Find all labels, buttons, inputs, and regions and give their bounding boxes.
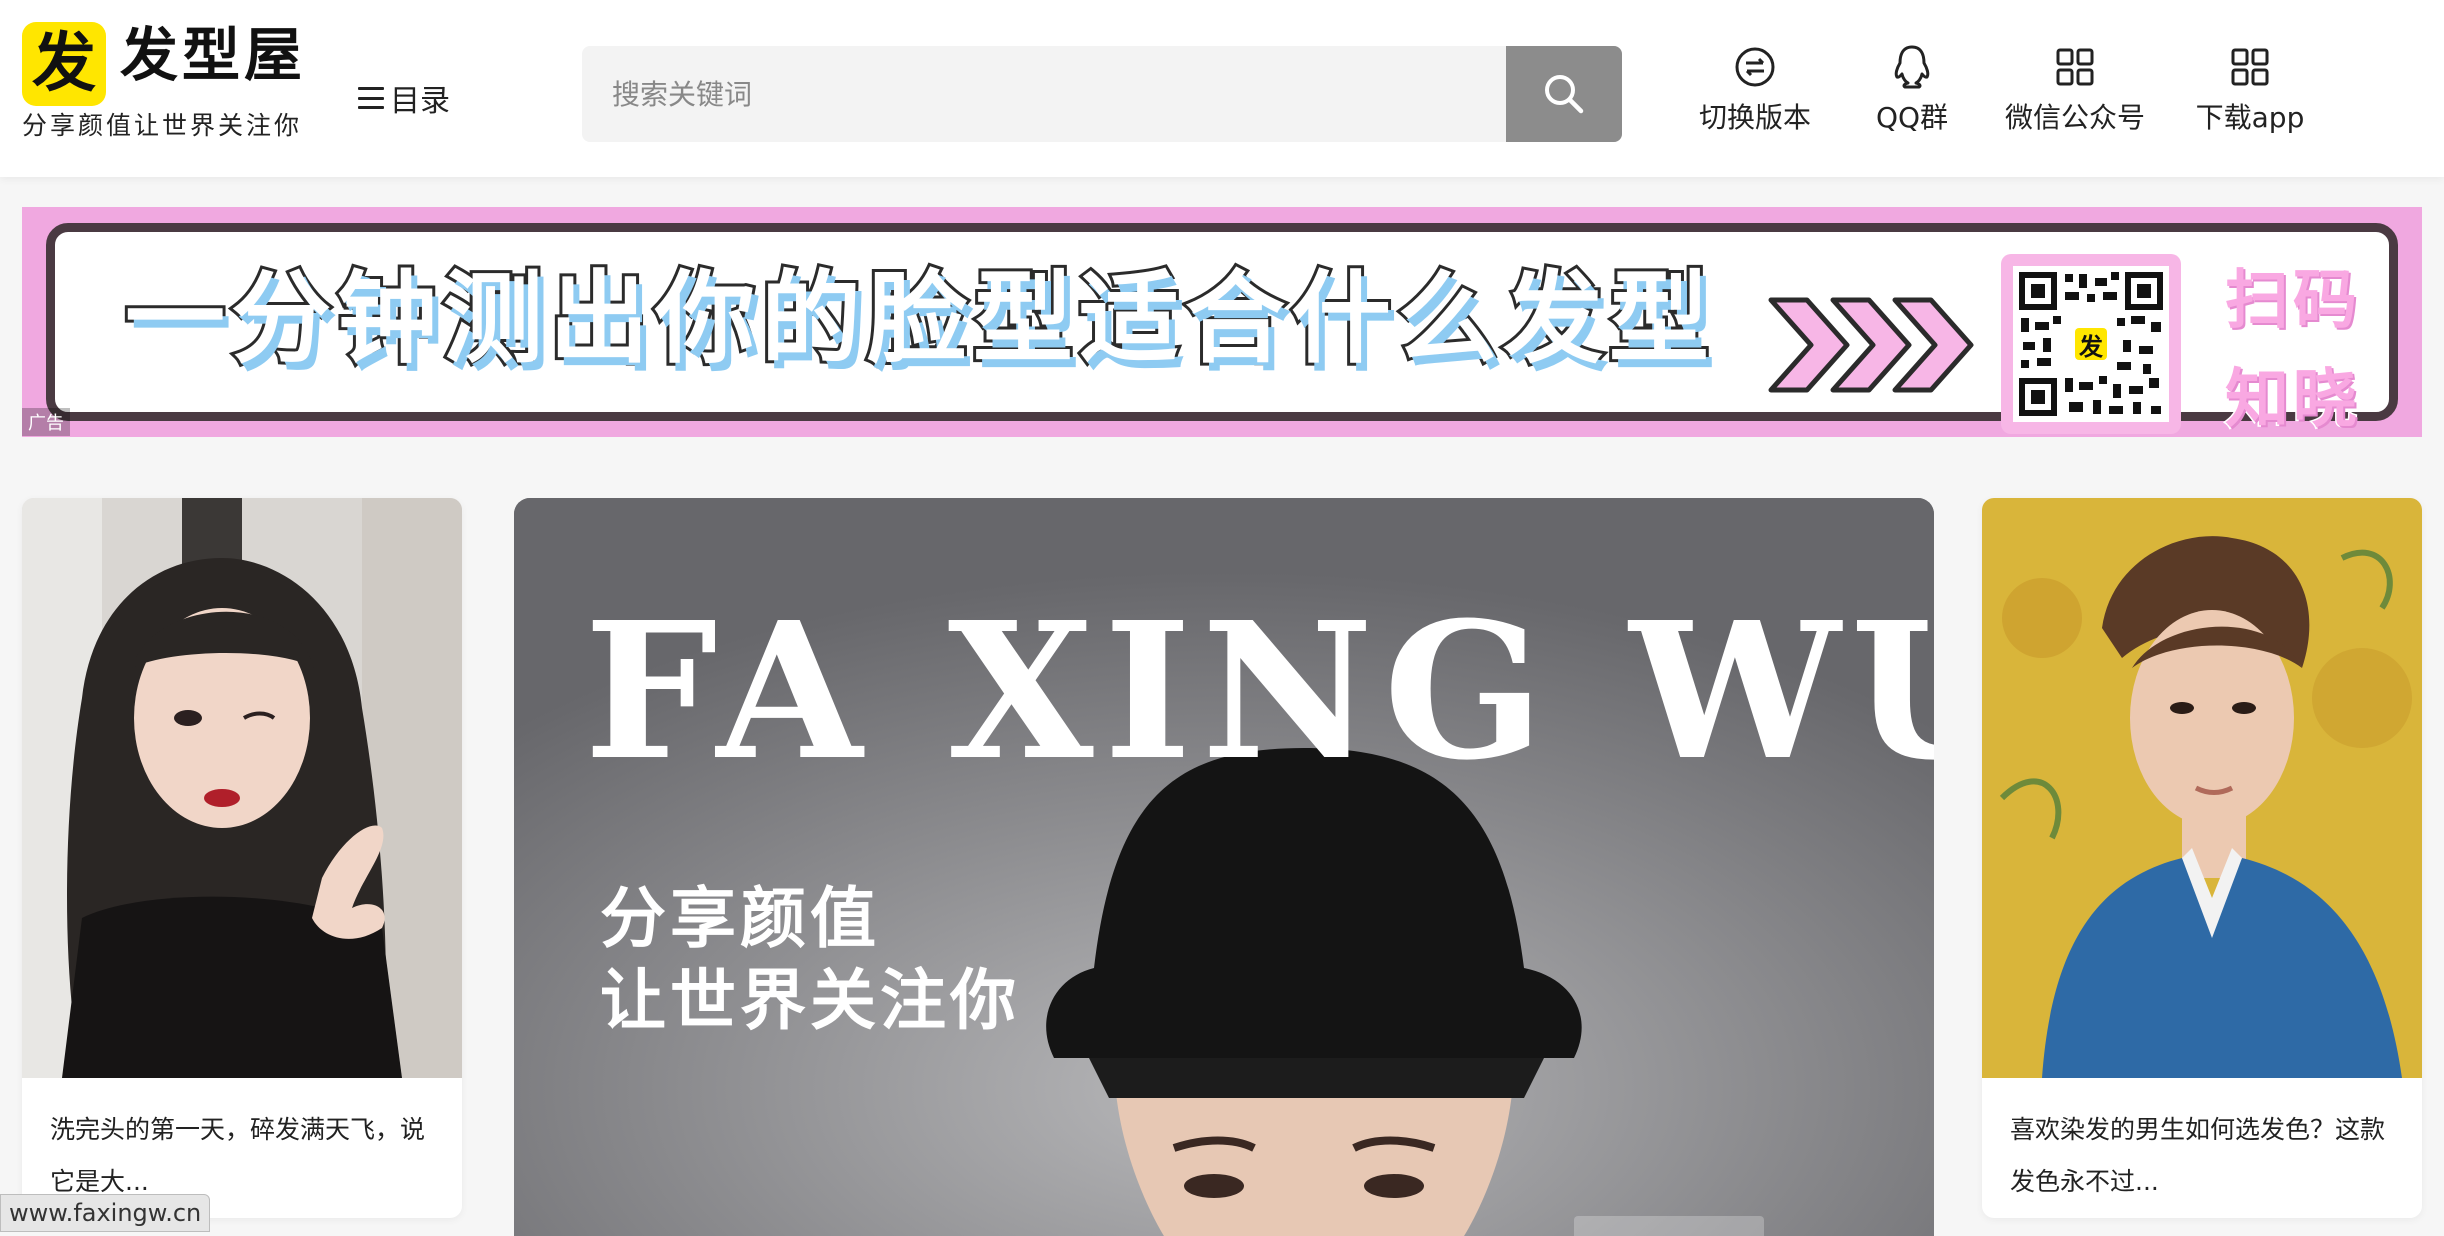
ad-headline: 一分钟测出你的脸型适合什么发型 [122,260,1715,377]
nav-qq-group-label: QQ群 [1875,101,1949,134]
hero-slogan-line1: 分享颜值 [600,880,880,957]
triple-chevron-icon [1768,297,1974,393]
article-card-right[interactable]: 喜欢染发的男生如何选发色？这款发色永不过... [1982,498,2422,1218]
qr-code-frame: 发 [2001,254,2181,434]
menu-icon [358,87,384,109]
ad-banner-frame: 一分钟测出你的脸型适合什么发型 发 扫码 知晓 [46,223,2398,439]
menu-label: 目录 [390,84,450,119]
scan-text-line2: 知晓 [2224,362,2361,439]
qq-icon [1891,44,1933,90]
scan-to-know-text: 扫码 知晓 [2224,252,2415,450]
logo-icon[interactable]: 发 [22,22,106,106]
grid-icon [2230,44,2270,90]
ad-label: 广告 [22,408,70,436]
grid-icon [2055,44,2095,90]
status-bar-url: www.faxingw.cn [0,1194,211,1232]
qr-code: 发 [2013,266,2169,422]
site-logo-name[interactable]: 发型屋 [120,23,306,88]
nav-download-app-label: 下载app [2195,101,2305,134]
article-caption[interactable]: 喜欢染发的男生如何选发色？这款发色永不过... [1982,1078,2422,1218]
switch-icon [1734,44,1776,90]
article-photo-girl [22,498,462,1078]
nav-switch-version[interactable]: 切换版本 [1690,44,1820,136]
site-slogan: 分享颜值让世界关注你 [22,111,303,140]
hero-carousel[interactable]: FA XING WU 分享颜值 让世界关注你 [514,498,1934,1236]
menu-button[interactable]: 目录 [358,76,450,120]
search-icon [1545,75,1584,114]
ad-banner[interactable]: 一分钟测出你的脸型适合什么发型 发 扫码 知晓 [22,207,2422,439]
search-bar [582,46,1622,142]
nav-qq-group[interactable]: QQ群 [1872,44,1952,136]
portrait-woman-image [22,498,462,1078]
scan-text-line1: 扫码 [2224,262,2361,339]
nav-wechat-official-label: 微信公众号 [2004,101,2145,134]
nav-download-app[interactable]: 下载app [2180,44,2320,136]
search-input[interactable] [582,46,1506,142]
search-button[interactable] [1506,46,1622,142]
hero-slogan: 分享颜值 让世界关注你 [600,878,1020,1042]
nav-wechat-official[interactable]: 微信公众号 [2000,44,2150,136]
header-nav: 切换版本 QQ群 微信公众号 下载app [1690,44,2320,136]
site-header: 发 发型屋 分享颜值让世界关注你 目录 切换版本 [0,0,2444,177]
hero-slogan-line2: 让世界关注你 [600,962,1020,1039]
article-photo-man [1982,498,2422,1078]
nav-switch-version-label: 切换版本 [1698,101,1811,134]
portrait-man-image [1982,498,2422,1078]
hero-title: FA XING WU [584,581,1934,802]
qr-logo-badge: 发 [2075,328,2107,361]
article-card-left[interactable]: 洗完头的第一天，碎发满天飞，说它是大... [22,498,462,1218]
hero-caption-tag [1574,1216,1764,1236]
